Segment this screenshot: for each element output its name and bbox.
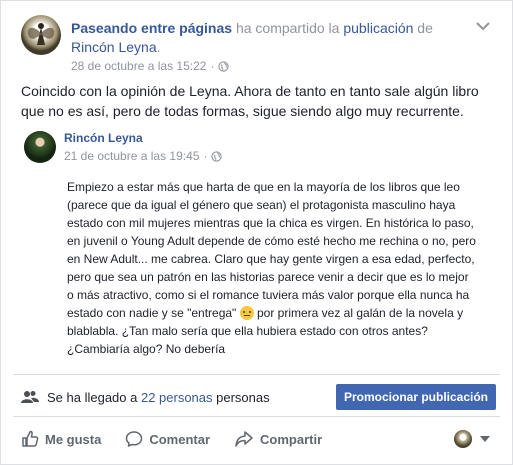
chevron-down-icon[interactable] bbox=[474, 19, 492, 33]
promote-post-button[interactable]: Promocionar publicación bbox=[336, 384, 496, 410]
caret-down-icon[interactable] bbox=[480, 436, 490, 442]
post-meta: 28 de octubre a las 15:22 · bbox=[71, 59, 230, 73]
post-header: Paseando entre páginas ha compartido la … bbox=[21, 15, 492, 73]
people-icon bbox=[21, 391, 39, 403]
share-icon bbox=[235, 431, 253, 447]
post-card: Paseando entre páginas ha compartido la … bbox=[0, 0, 513, 465]
reach-count-link[interactable]: 22 personas bbox=[141, 390, 213, 405]
fairy-avatar-icon bbox=[27, 23, 55, 45]
comment-button[interactable]: Comentar bbox=[125, 430, 210, 448]
headline-period: . bbox=[156, 39, 161, 55]
share-label: Compartir bbox=[260, 431, 323, 447]
shared-meta: 21 de octubre a las 19:45 · bbox=[64, 149, 223, 163]
share-button[interactable]: Compartir bbox=[234, 430, 322, 448]
globe-icon[interactable] bbox=[218, 60, 230, 72]
thumbs-up-icon bbox=[22, 430, 39, 447]
globe-icon[interactable] bbox=[211, 150, 223, 162]
shared-text-part1: Empiezo a estar más que harta de que en … bbox=[67, 180, 476, 320]
shared-author-avatar[interactable] bbox=[24, 131, 56, 163]
divider bbox=[13, 416, 500, 417]
shared-post-text: Empiezo a estar más que harta de que en … bbox=[67, 178, 477, 358]
shared-author-link[interactable]: Rincón Leyna bbox=[64, 131, 143, 145]
shared-meta-separator: · bbox=[203, 149, 208, 163]
source-page-link[interactable]: Rincón Leyna bbox=[71, 39, 157, 55]
reach-prefix: Se ha llegado a bbox=[47, 389, 141, 405]
of-label: de bbox=[413, 20, 433, 36]
post-author-link[interactable]: Paseando entre páginas bbox=[71, 20, 232, 36]
post-headline: Paseando entre páginas ha compartido la … bbox=[71, 19, 491, 57]
unamused-face-icon bbox=[239, 306, 254, 320]
acting-as-avatar[interactable] bbox=[454, 430, 472, 448]
post-actions: Me gusta Comentar Compartir bbox=[21, 425, 496, 453]
post-body-text: Coincido con la opinión de Leyna. Ahora … bbox=[21, 83, 479, 119]
post-timestamp[interactable]: 28 de octubre a las 15:22 bbox=[71, 59, 206, 73]
shared-label: ha compartido la bbox=[232, 20, 344, 36]
comment-icon bbox=[126, 431, 143, 447]
shared-timestamp[interactable]: 21 de octubre a las 19:45 bbox=[64, 149, 199, 163]
divider bbox=[13, 374, 500, 375]
shared-post: Rincón Leyna 21 de octubre a las 19:45 ·… bbox=[21, 126, 496, 372]
like-label: Me gusta bbox=[45, 431, 102, 447]
comment-label: Comentar bbox=[149, 431, 211, 447]
publication-link[interactable]: publicación bbox=[343, 20, 413, 36]
reach-suffix: personas bbox=[212, 389, 270, 405]
page-avatar[interactable] bbox=[21, 15, 61, 55]
meta-separator: · bbox=[210, 59, 215, 73]
reach-text: Se ha llegado a 22 personas personas bbox=[47, 390, 270, 405]
like-button[interactable]: Me gusta bbox=[21, 430, 101, 448]
reach-bar: Se ha llegado a 22 personas personas Pro… bbox=[21, 384, 496, 410]
